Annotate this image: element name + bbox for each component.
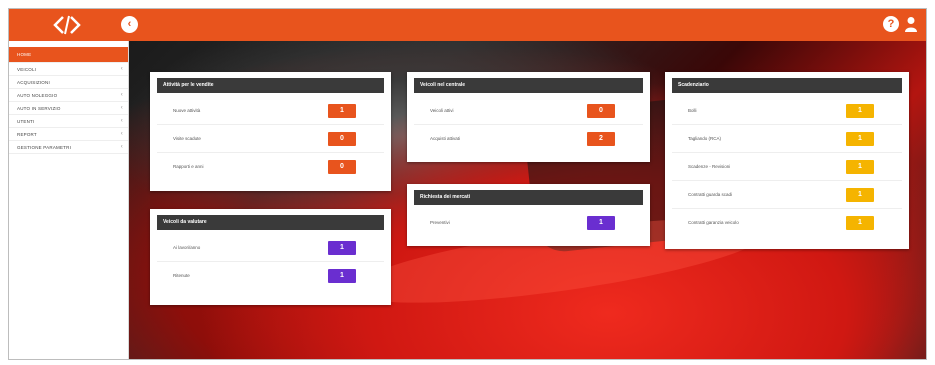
- row-label: Acquisti attivati: [430, 136, 461, 141]
- list-item[interactable]: Contratti guarda scadi 1: [672, 181, 902, 209]
- list-item[interactable]: Ai lavori/anno 1: [157, 234, 384, 262]
- sidebar-item-label: REPORT: [17, 132, 37, 137]
- help-icon[interactable]: ?: [883, 16, 899, 32]
- list-item[interactable]: Preventivi 1: [414, 209, 643, 237]
- sidebar-item-label: ACQUISIZIONI: [17, 80, 50, 85]
- panel-vehicles-central: Veicoli nel centrale Veicoli attivi 0 Acq…: [407, 72, 650, 162]
- count-badge[interactable]: 0: [587, 104, 615, 118]
- row-label: Contratti guarda scadi: [688, 192, 733, 197]
- count-badge[interactable]: 1: [846, 104, 874, 118]
- top-bar: ‹ ?: [9, 9, 926, 41]
- panel-title: Attività per le vendite: [157, 78, 384, 93]
- row-label: Nuove attività: [173, 108, 201, 113]
- list-item[interactable]: Scadenze - Revisioni 1: [672, 153, 902, 181]
- list-item[interactable]: Acquisti attivati 2: [414, 125, 643, 153]
- sidebar-item-veicoli[interactable]: VEICOLI ‹: [9, 63, 128, 76]
- chevron-left-icon[interactable]: ‹: [121, 16, 138, 33]
- panel-sales-activities: Attività per le vendite Nuove attività 1 …: [150, 72, 391, 191]
- panel-title: Scadenziario: [672, 78, 902, 93]
- count-badge[interactable]: 1: [587, 216, 615, 230]
- list-item[interactable]: Rapporti e anni 0: [157, 153, 384, 181]
- count-badge[interactable]: 1: [328, 241, 356, 255]
- list-item[interactable]: Tagliando (RCA) 1: [672, 125, 902, 153]
- list-item[interactable]: Ritenute 1: [157, 262, 384, 290]
- row-label: Bolli: [688, 108, 697, 113]
- count-badge[interactable]: 1: [846, 216, 874, 230]
- row-label: Tagliando (RCA): [688, 136, 722, 141]
- sidebar-item-auto-in-servizio[interactable]: AUTO IN SERVIZIO ‹: [9, 102, 128, 115]
- count-badge[interactable]: 2: [587, 132, 615, 146]
- list-item[interactable]: Visite scadute 0: [157, 125, 384, 153]
- count-badge[interactable]: 1: [846, 160, 874, 174]
- chevron-left-icon: ‹: [120, 92, 123, 98]
- row-label: Veicoli attivi: [430, 108, 454, 113]
- sidebar-item-auto-noleggio[interactable]: AUTO NOLEGGIO ‹: [9, 89, 128, 102]
- row-label: Ai lavori/anno: [173, 245, 201, 250]
- row-label: Visite scadute: [173, 136, 201, 141]
- sidebar-item-gestione-parametri[interactable]: GESTIONE PARAMETRI ‹: [9, 141, 128, 154]
- panel-vehicles-to-evaluate: Veicoli da valutare Ai lavori/anno 1 Rite…: [150, 209, 391, 305]
- panel-deadlines: Scadenziario Bolli 1 Tagliando (RCA) 1 Sca…: [665, 72, 909, 249]
- chevron-left-icon: ‹: [120, 105, 123, 111]
- sidebar-item-label: HOME: [17, 52, 32, 57]
- count-badge[interactable]: 1: [846, 188, 874, 202]
- sidebar-item-label: VEICOLI: [17, 67, 37, 72]
- sidebar-item-home[interactable]: HOME: [9, 47, 128, 63]
- chevron-left-icon: ‹: [120, 118, 123, 124]
- row-label: Rapporti e anni: [173, 164, 204, 169]
- panel-market-requests: Richiesta dei mercati Preventivi 1: [407, 184, 650, 246]
- sidebar-item-utenti[interactable]: UTENTI ‹: [9, 115, 128, 128]
- count-badge[interactable]: 1: [328, 104, 356, 118]
- list-item[interactable]: Contratti garanzia veicolo 1: [672, 209, 902, 237]
- dashboard-main: Attività per le vendite Nuove attività 1 …: [129, 41, 926, 359]
- app-window: ‹ ? HOME VEICOLI ‹ ACQUISIZIONI AUTO NOLE…: [8, 8, 927, 360]
- user-icon[interactable]: [904, 16, 918, 32]
- count-badge[interactable]: 1: [328, 269, 356, 283]
- panel-title: Veicoli nel centrale: [414, 78, 643, 93]
- sidebar-item-acquisizioni[interactable]: ACQUISIZIONI: [9, 76, 128, 89]
- list-item[interactable]: Bolli 1: [672, 97, 902, 125]
- panel-title: Veicoli da valutare: [157, 215, 384, 230]
- sidebar-item-label: GESTIONE PARAMETRI: [17, 145, 72, 150]
- chevron-left-icon: ‹: [120, 144, 123, 150]
- row-label: Contratti garanzia veicolo: [688, 220, 739, 225]
- row-label: Scadenze - Revisioni: [688, 164, 731, 169]
- logo-icon[interactable]: [47, 12, 87, 38]
- sidebar: HOME VEICOLI ‹ ACQUISIZIONI AUTO NOLEGGIO…: [9, 41, 129, 359]
- list-item[interactable]: Nuove attività 1: [157, 97, 384, 125]
- row-label: Ritenute: [173, 273, 190, 278]
- count-badge[interactable]: 0: [328, 132, 356, 146]
- row-label: Preventivi: [430, 220, 450, 225]
- chevron-left-icon: ‹: [120, 66, 123, 72]
- sidebar-item-label: AUTO IN SERVIZIO: [17, 106, 61, 111]
- sidebar-item-report[interactable]: REPORT ‹: [9, 128, 128, 141]
- panel-title: Richiesta dei mercati: [414, 190, 643, 205]
- count-badge[interactable]: 1: [846, 132, 874, 146]
- sidebar-item-label: AUTO NOLEGGIO: [17, 93, 58, 98]
- sidebar-item-label: UTENTI: [17, 119, 35, 124]
- chevron-left-icon: ‹: [120, 131, 123, 137]
- count-badge[interactable]: 0: [328, 160, 356, 174]
- list-item[interactable]: Veicoli attivi 0: [414, 97, 643, 125]
